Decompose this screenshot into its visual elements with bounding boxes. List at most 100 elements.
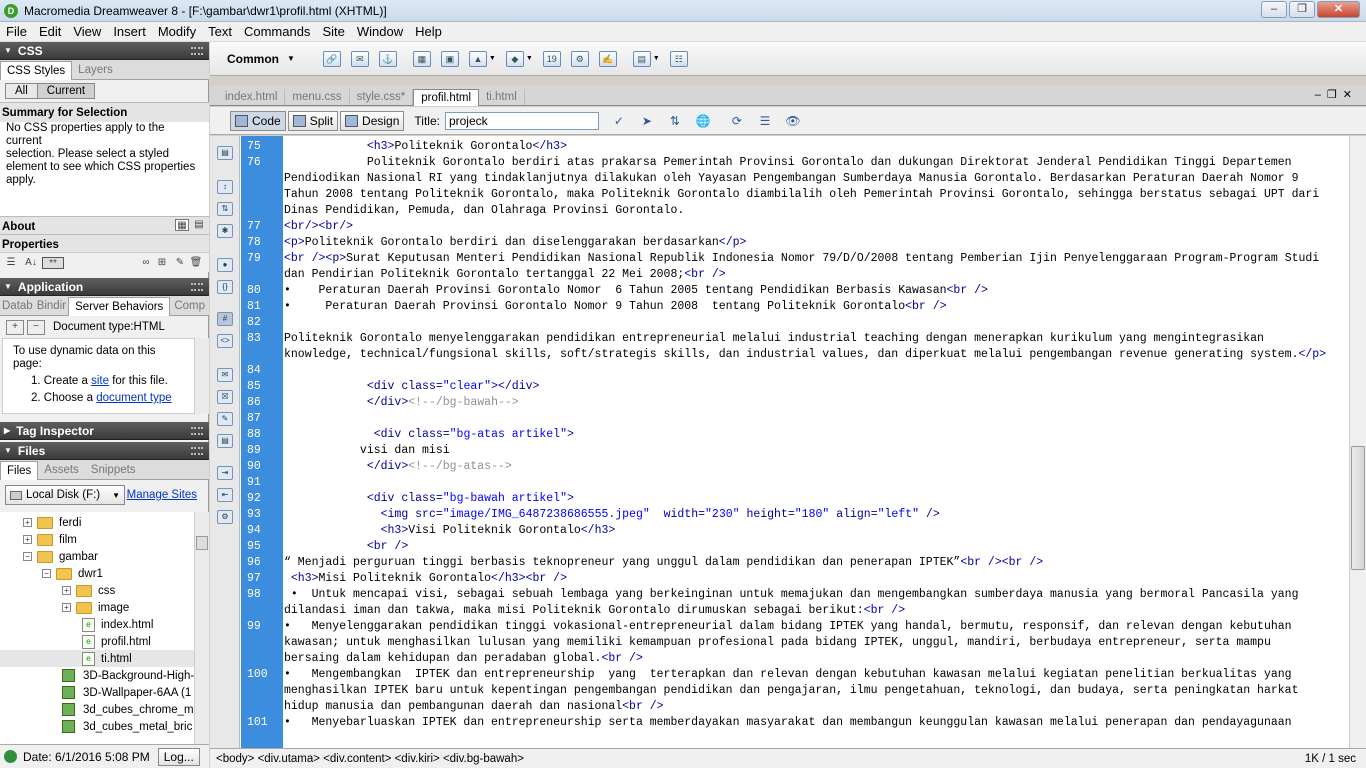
new-css-rule-icon[interactable]: ⊞ [155,257,169,269]
hyperlink-icon[interactable]: 🔗 [322,50,341,67]
tab-databases[interactable]: Datab [0,297,35,315]
menu-site[interactable]: Site [316,24,350,39]
tag-inspector-header[interactable]: ▶ Tag Inspector [0,422,209,440]
tab-components[interactable]: Comp [170,297,209,315]
code-line[interactable]: <h3>Politeknik Gorontalo</h3> [284,139,567,155]
current-mode-button[interactable]: Current [37,84,95,98]
attach-stylesheet-icon[interactable]: ∞ [139,257,153,269]
menu-file[interactable]: File [0,24,33,39]
code-line[interactable]: <img src="image/IMG_6487238686555.jpeg" … [284,507,940,523]
edit-style-icon[interactable]: ✎ [173,257,187,269]
restore-button[interactable]: ❐ [1289,1,1315,18]
split-view-button[interactable]: Split [287,110,339,131]
panel-grip-icon[interactable] [191,47,203,55]
tag-selector[interactable]: <body> <div.utama> <div.content> <div.ki… [216,753,524,765]
view-options-icon[interactable]: ☰ [755,112,775,130]
scroll-thumb[interactable] [1351,446,1365,570]
page-title-input[interactable] [444,111,599,130]
media-icon[interactable]: ◆ [505,50,524,67]
indent-code-icon[interactable]: ⇥ [217,466,233,480]
delete-css-rule-icon[interactable]: 🗑 [189,257,203,269]
code-line[interactable]: Politeknik Gorontalo berdiri atas prakar… [284,155,1292,171]
tab-server-behaviors[interactable]: Server Behaviors [68,297,171,316]
code-line[interactable]: visi dan misi [284,443,450,459]
tab-bindings[interactable]: Bindir [35,297,68,315]
code-line[interactable]: kawasan; untuk menghasilkan lulusan yang… [284,635,1271,651]
preview-browser-icon[interactable]: 🌐 [693,112,713,130]
code-line[interactable]: </div><!--/bg-atas--> [284,459,512,475]
menu-text[interactable]: Text [202,24,238,39]
image-icon[interactable]: ▲ [468,50,487,67]
all-mode-button[interactable]: All [6,84,38,98]
wrap-tag-icon[interactable]: ✎ [217,412,233,426]
tab-style-css[interactable]: style.css* [350,89,414,105]
menu-commands[interactable]: Commands [238,24,316,39]
date-icon[interactable]: 19 [542,50,561,67]
collapse-full-tag-icon[interactable]: ↕ [217,180,233,194]
panel-grip-icon[interactable] [191,447,203,455]
code-line[interactable]: <h3>Visi Politeknik Gorontalo</h3> [284,523,616,539]
show-list-view-icon[interactable]: ▤ [192,219,206,231]
code-line[interactable]: </div><!--/bg-bawah--> [284,395,519,411]
named-anchor-icon[interactable]: ⚓ [378,50,397,67]
tree-item-image-file[interactable]: 3D-Background-High- [62,667,194,684]
open-documents-icon[interactable]: ▤ [217,146,233,160]
code-line[interactable]: hidup manusia dan pembangunan daerah dan… [284,699,664,715]
layer-icon[interactable]: ▣ [440,50,459,67]
tab-layers[interactable]: Layers [72,61,119,79]
code-line[interactable]: dilandasi iman dan takwa, maka misi Poli… [284,603,905,619]
tree-item-gambar[interactable]: − gambar [23,548,98,565]
tab-snippets[interactable]: Snippets [85,461,142,479]
tab-index-html[interactable]: index.html [218,89,286,105]
tree-item-film[interactable]: + film [23,531,77,548]
recent-snippets-icon[interactable]: ▤ [217,434,233,448]
tag-chooser-icon[interactable]: ☷ [669,50,688,67]
insert-category[interactable]: Common [227,52,279,66]
tree-item-profil-html[interactable]: e profil.html [82,633,151,650]
code-line[interactable]: <h3>Misi Politeknik Gorontalo</h3><br /> [284,571,567,587]
application-panel-header[interactable]: ▼ Application [0,278,209,296]
code-line[interactable]: <p>Politeknik Gorontalo berdiri dan dise… [284,235,746,251]
code-line[interactable]: • Untuk mencapai visi, sebagai sebuah le… [284,587,1299,603]
document-type-link[interactable]: document type [96,392,171,404]
comment-icon[interactable]: ✍ [598,50,617,67]
visual-aids-icon[interactable]: 👁 [783,112,803,130]
code-line[interactable]: “ Menjadi perguruan tinggi berbasis tekn… [284,555,1043,571]
tree-item-image[interactable]: + image [62,599,129,616]
tree-item-css[interactable]: + css [62,582,115,599]
expand-icon[interactable]: + [23,518,32,527]
tree-item-dwr1[interactable]: − dwr1 [42,565,103,582]
line-numbers-icon[interactable]: # [217,312,233,326]
collapse-selection-icon[interactable]: ⇅ [217,202,233,216]
log-button[interactable]: Log... [157,747,200,766]
templates-icon[interactable]: ▤ [632,50,651,67]
code-line[interactable]: <br/><br/> [284,219,353,235]
code-line[interactable]: <div class="bg-atas artikel"> [284,427,574,443]
tab-profil-html[interactable]: profil.html [413,89,480,106]
apply-comment-icon[interactable]: ✉ [217,368,233,382]
expand-icon[interactable]: + [62,603,71,612]
app-panel-scrollbar[interactable] [194,338,209,414]
site-dropdown[interactable]: Local Disk (F:) ▼ [5,485,125,505]
remove-comment-icon[interactable]: ☒ [217,390,233,404]
code-line[interactable]: • Menyebarluaskan IPTEK dan entrepreneur… [284,715,1292,731]
menu-window[interactable]: Window [351,24,409,39]
collapse-icon[interactable]: − [42,569,51,578]
file-tree-scrollbar[interactable] [194,512,209,768]
chevron-down-icon[interactable]: ▼ [653,55,660,62]
code-line[interactable]: • Peraturan Daerah Provinsi Gorontalo No… [284,299,947,315]
code-line[interactable]: menghasilkan IPTEK baru untuk kepentinga… [284,683,1298,699]
tree-item-ti-html[interactable]: e ti.html [0,650,194,667]
balance-braces-icon[interactable]: {} [217,280,233,294]
code-line[interactable]: <div class="bg-bawah artikel"> [284,491,574,507]
tab-css-styles[interactable]: CSS Styles [0,61,73,80]
code-line[interactable]: <div class="clear"></div> [284,379,540,395]
menu-insert[interactable]: Insert [107,24,152,39]
files-panel-header[interactable]: ▼ Files [0,442,209,460]
tree-item-image-file[interactable]: 3D-Wallpaper-6AA (1 [62,684,191,701]
scroll-thumb[interactable] [196,536,208,550]
code-line[interactable]: Politeknik Gorontalo menyelenggarakan pe… [284,331,1264,347]
email-link-icon[interactable]: ✉ [350,50,369,67]
panel-grip-icon[interactable] [191,427,203,435]
chevron-down-icon[interactable]: ▼ [287,54,295,63]
